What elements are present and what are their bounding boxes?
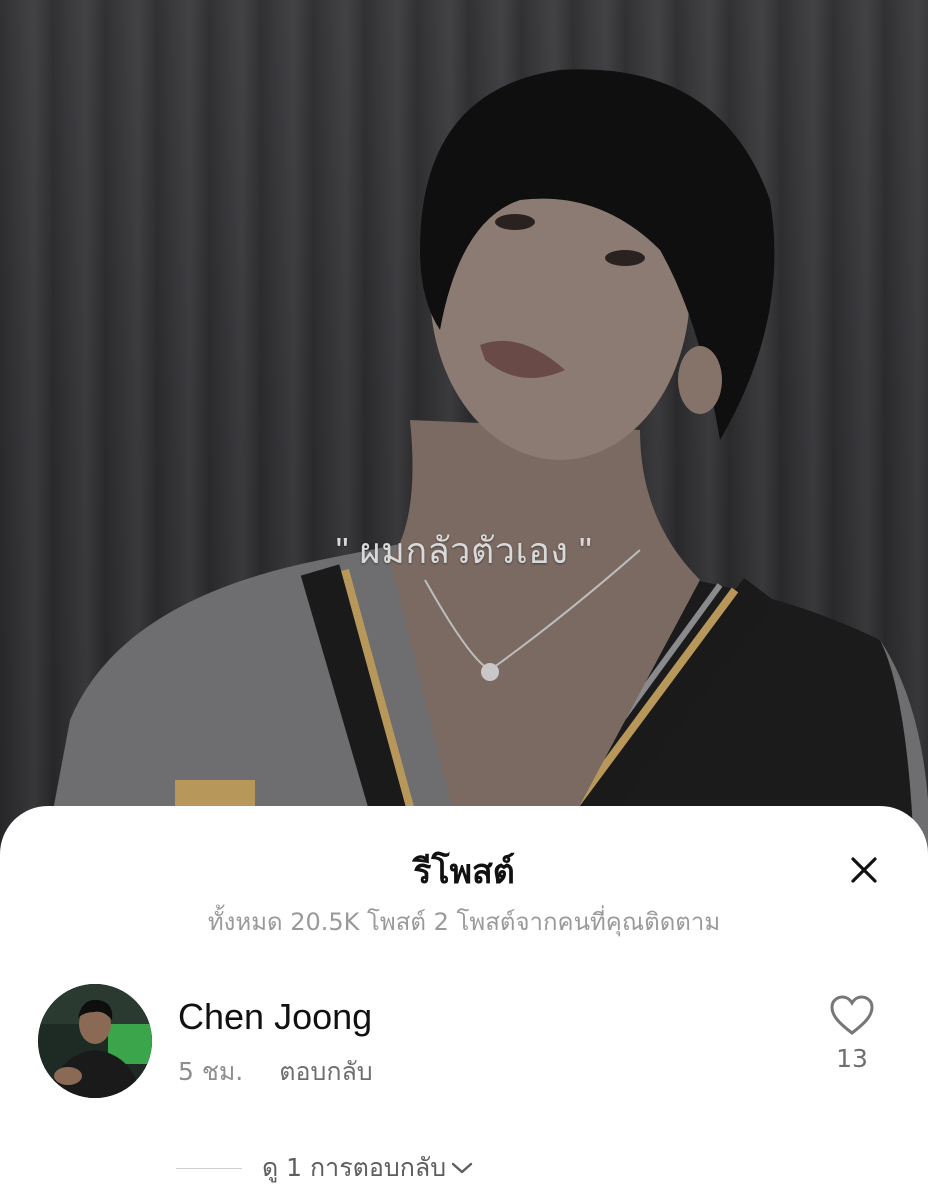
- view-replies-label[interactable]: ดู 1 การตอบกลับ: [262, 1148, 446, 1188]
- chevron-down-icon: [451, 1162, 473, 1174]
- divider-line: [176, 1167, 242, 1169]
- close-icon: [851, 857, 877, 883]
- repost-meta: 5 ชม. ตอบกลับ: [178, 1052, 373, 1092]
- person-image: [40, 69, 928, 880]
- timestamp: 5 ชม.: [178, 1057, 244, 1086]
- reposts-sheet: รีโพสต์ ทั้งหมด 20.5K โพสต์ 2 โพสต์จากคน…: [0, 806, 928, 1199]
- close-button[interactable]: [844, 850, 884, 890]
- view-replies[interactable]: ดู 1 การตอบกลับ: [176, 1148, 474, 1188]
- video-background: " ผมกลัวตัวเอง ": [0, 0, 928, 880]
- username[interactable]: Chen Joong: [178, 996, 372, 1038]
- video-caption: " ผมกลัวตัวเอง ": [335, 530, 593, 571]
- like-count: 13: [836, 1044, 868, 1073]
- avatar-image: [38, 984, 152, 1098]
- avatar[interactable]: [38, 984, 152, 1098]
- repost-item: Chen Joong 5 ชม. ตอบกลับ 13: [38, 984, 890, 1100]
- heart-icon: [830, 995, 874, 1035]
- like-button[interactable]: 13: [822, 994, 882, 1073]
- repost-summary: ทั้งหมด 20.5K โพสต์ 2 โพสต์จากคนที่คุณติ…: [207, 908, 721, 936]
- sheet-title: รีโพสต์: [413, 852, 515, 892]
- reply-button[interactable]: ตอบกลับ: [279, 1057, 372, 1086]
